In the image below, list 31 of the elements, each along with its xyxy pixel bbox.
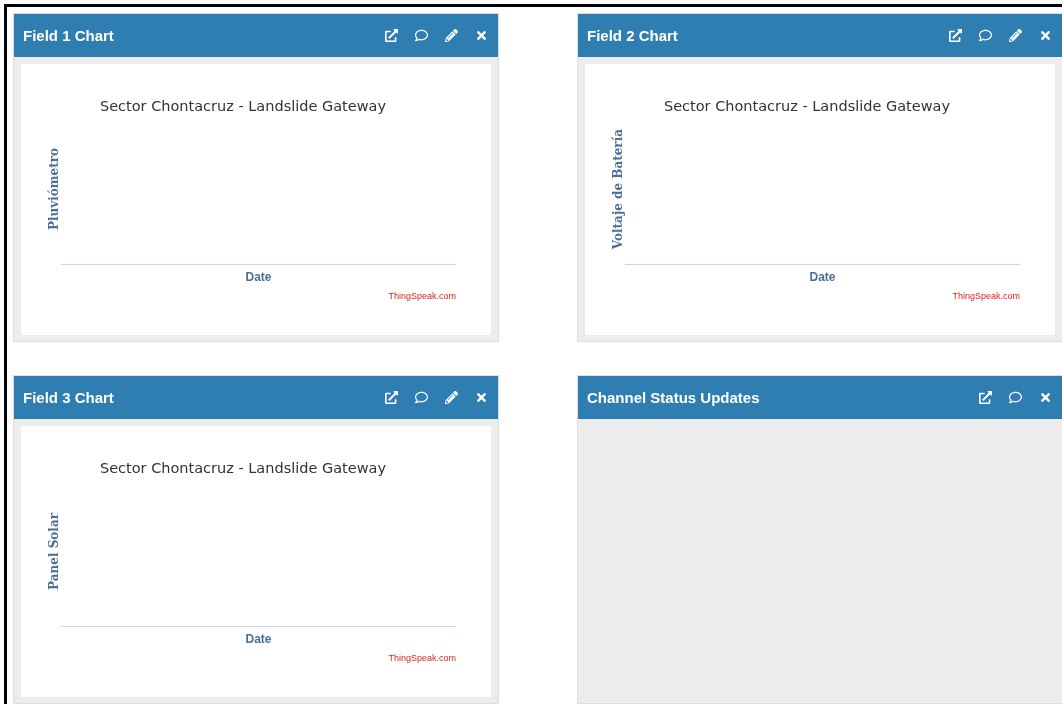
comment-icon[interactable] <box>1008 390 1022 405</box>
close-icon[interactable] <box>474 390 488 405</box>
y-axis-label: Pluviómetro <box>47 148 61 231</box>
open-external-icon[interactable] <box>978 390 992 405</box>
open-external-icon[interactable] <box>384 390 398 405</box>
edit-icon[interactable] <box>444 28 458 43</box>
chart-credits: ThingSpeak.com <box>952 291 1020 301</box>
chart-credits: ThingSpeak.com <box>388 653 456 663</box>
close-icon[interactable] <box>1038 390 1052 405</box>
panel-title: Field 2 Chart <box>587 27 679 44</box>
y-axis-label: Panel Solar <box>47 513 61 590</box>
x-axis-label: Date <box>809 270 836 284</box>
chart-credits: ThingSpeak.com <box>388 291 456 301</box>
comment-icon[interactable] <box>414 390 428 405</box>
edit-icon[interactable] <box>1008 28 1022 43</box>
comment-icon[interactable] <box>978 28 992 43</box>
panel-title: Field 3 Chart <box>23 389 115 406</box>
chart-title: Sector Chontacruz - Landslide Gateway <box>99 98 387 114</box>
x-axis-label: Date <box>245 270 272 284</box>
x-axis-label: Date <box>245 632 272 646</box>
open-external-icon[interactable] <box>384 28 398 43</box>
chart-title: Sector Chontacruz - Landslide Gateway <box>99 460 387 476</box>
close-icon[interactable] <box>1038 28 1052 43</box>
y-axis-label: Voltaje de Batería <box>611 129 625 250</box>
edit-icon[interactable] <box>444 390 458 405</box>
chart-title: Sector Chontacruz - Landslide Gateway <box>663 98 951 114</box>
comment-icon[interactable] <box>414 28 428 43</box>
close-icon[interactable] <box>474 28 488 43</box>
panel-title: Field 1 Chart <box>23 27 115 44</box>
open-external-icon[interactable] <box>948 28 962 43</box>
panel-title: Channel Status Updates <box>587 389 761 406</box>
